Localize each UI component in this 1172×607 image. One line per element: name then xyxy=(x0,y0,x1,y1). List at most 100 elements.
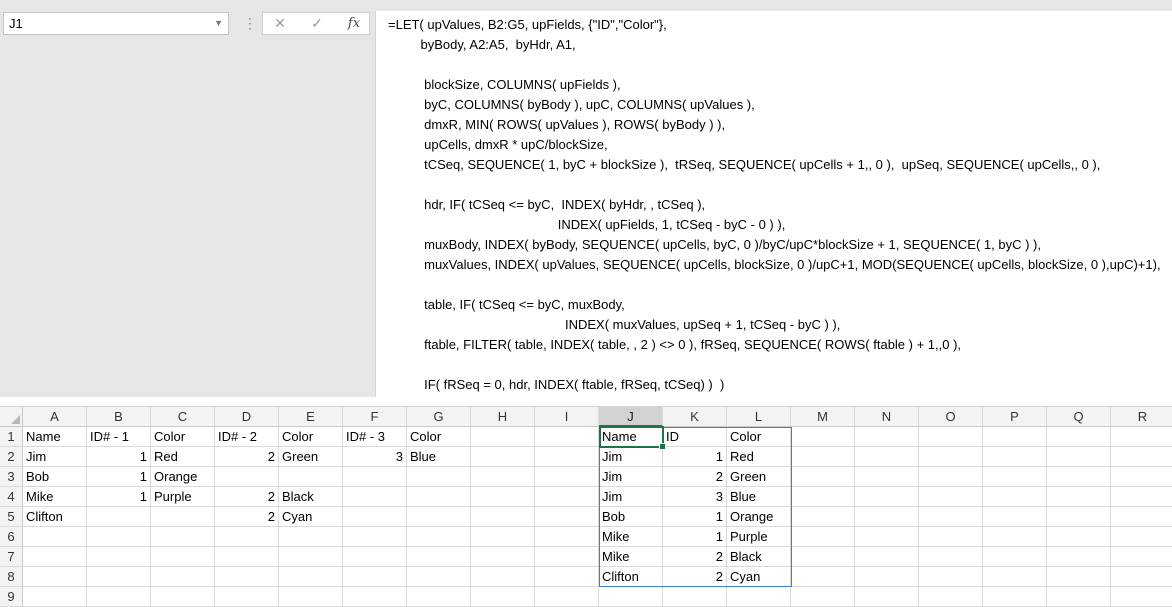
column-header-c[interactable]: C xyxy=(151,407,215,427)
cell-q6[interactable] xyxy=(1047,527,1111,547)
cell-i9[interactable] xyxy=(535,587,599,607)
cell-n6[interactable] xyxy=(855,527,919,547)
cell-r5[interactable] xyxy=(1111,507,1172,527)
cell-q2[interactable] xyxy=(1047,447,1111,467)
cell-a7[interactable] xyxy=(23,547,87,567)
cell-l6[interactable]: Purple xyxy=(727,527,791,547)
cell-d8[interactable] xyxy=(215,567,279,587)
cell-f3[interactable] xyxy=(343,467,407,487)
cell-c7[interactable] xyxy=(151,547,215,567)
cell-m5[interactable] xyxy=(791,507,855,527)
cell-q4[interactable] xyxy=(1047,487,1111,507)
column-header-d[interactable]: D xyxy=(215,407,279,427)
cell-i7[interactable] xyxy=(535,547,599,567)
name-box[interactable]: J1 ▼ xyxy=(3,12,229,35)
column-header-o[interactable]: O xyxy=(919,407,983,427)
cell-g9[interactable] xyxy=(407,587,471,607)
cell-d6[interactable] xyxy=(215,527,279,547)
cell-o8[interactable] xyxy=(919,567,983,587)
cell-h8[interactable] xyxy=(471,567,535,587)
cell-f7[interactable] xyxy=(343,547,407,567)
cell-l3[interactable]: Green xyxy=(727,467,791,487)
cell-b7[interactable] xyxy=(87,547,151,567)
insert-function-icon[interactable]: fx xyxy=(339,13,369,34)
column-header-k[interactable]: K xyxy=(663,407,727,427)
cell-o1[interactable] xyxy=(919,427,983,447)
cell-d3[interactable] xyxy=(215,467,279,487)
row-header-3[interactable]: 3 xyxy=(0,467,23,487)
cell-l7[interactable]: Black xyxy=(727,547,791,567)
cell-h4[interactable] xyxy=(471,487,535,507)
cell-i1[interactable] xyxy=(535,427,599,447)
cell-k1[interactable]: ID xyxy=(663,427,727,447)
cell-h3[interactable] xyxy=(471,467,535,487)
cell-a5[interactable]: Clifton xyxy=(23,507,87,527)
cell-a2[interactable]: Jim xyxy=(23,447,87,467)
cell-k7[interactable]: 2 xyxy=(663,547,727,567)
cell-m9[interactable] xyxy=(791,587,855,607)
cell-r9[interactable] xyxy=(1111,587,1172,607)
cell-p6[interactable] xyxy=(983,527,1047,547)
cell-e9[interactable] xyxy=(279,587,343,607)
cell-h6[interactable] xyxy=(471,527,535,547)
cell-q5[interactable] xyxy=(1047,507,1111,527)
row-header-2[interactable]: 2 xyxy=(0,447,23,467)
cell-g8[interactable] xyxy=(407,567,471,587)
cell-f1[interactable]: ID# - 3 xyxy=(343,427,407,447)
cell-n8[interactable] xyxy=(855,567,919,587)
cell-r3[interactable] xyxy=(1111,467,1172,487)
cell-b6[interactable] xyxy=(87,527,151,547)
column-header-e[interactable]: E xyxy=(279,407,343,427)
cell-j6[interactable]: Mike xyxy=(599,527,663,547)
cell-c9[interactable] xyxy=(151,587,215,607)
cell-l5[interactable]: Orange xyxy=(727,507,791,527)
cell-r7[interactable] xyxy=(1111,547,1172,567)
cell-g4[interactable] xyxy=(407,487,471,507)
cell-o2[interactable] xyxy=(919,447,983,467)
cell-p2[interactable] xyxy=(983,447,1047,467)
cell-l1[interactable]: Color xyxy=(727,427,791,447)
cell-c4[interactable]: Purple xyxy=(151,487,215,507)
cell-l9[interactable] xyxy=(727,587,791,607)
cell-g6[interactable] xyxy=(407,527,471,547)
cell-i3[interactable] xyxy=(535,467,599,487)
cell-f9[interactable] xyxy=(343,587,407,607)
cell-a4[interactable]: Mike xyxy=(23,487,87,507)
row-header-5[interactable]: 5 xyxy=(0,507,23,527)
cell-o4[interactable] xyxy=(919,487,983,507)
cell-c3[interactable]: Orange xyxy=(151,467,215,487)
cell-p4[interactable] xyxy=(983,487,1047,507)
cell-j9[interactable] xyxy=(599,587,663,607)
cell-h5[interactable] xyxy=(471,507,535,527)
cell-c6[interactable] xyxy=(151,527,215,547)
more-options-icon[interactable]: ⋮ xyxy=(243,12,257,35)
cell-b2[interactable]: 1 xyxy=(87,447,151,467)
cell-r1[interactable] xyxy=(1111,427,1172,447)
column-header-h[interactable]: H xyxy=(471,407,535,427)
column-header-f[interactable]: F xyxy=(343,407,407,427)
column-header-i[interactable]: I xyxy=(535,407,599,427)
cell-k6[interactable]: 1 xyxy=(663,527,727,547)
cell-d1[interactable]: ID# - 2 xyxy=(215,427,279,447)
row-header-7[interactable]: 7 xyxy=(0,547,23,567)
cell-j1[interactable]: Name xyxy=(599,427,663,447)
cell-n5[interactable] xyxy=(855,507,919,527)
cell-j2[interactable]: Jim xyxy=(599,447,663,467)
cell-h7[interactable] xyxy=(471,547,535,567)
cell-m3[interactable] xyxy=(791,467,855,487)
cell-d2[interactable]: 2 xyxy=(215,447,279,467)
cell-i4[interactable] xyxy=(535,487,599,507)
column-header-a[interactable]: A xyxy=(23,407,87,427)
cell-n2[interactable] xyxy=(855,447,919,467)
cell-a8[interactable] xyxy=(23,567,87,587)
cell-r2[interactable] xyxy=(1111,447,1172,467)
cell-c5[interactable] xyxy=(151,507,215,527)
cell-k5[interactable]: 1 xyxy=(663,507,727,527)
cell-b1[interactable]: ID# - 1 xyxy=(87,427,151,447)
cell-k9[interactable] xyxy=(663,587,727,607)
cell-o7[interactable] xyxy=(919,547,983,567)
cell-p8[interactable] xyxy=(983,567,1047,587)
cell-g1[interactable]: Color xyxy=(407,427,471,447)
cell-i2[interactable] xyxy=(535,447,599,467)
cell-b3[interactable]: 1 xyxy=(87,467,151,487)
